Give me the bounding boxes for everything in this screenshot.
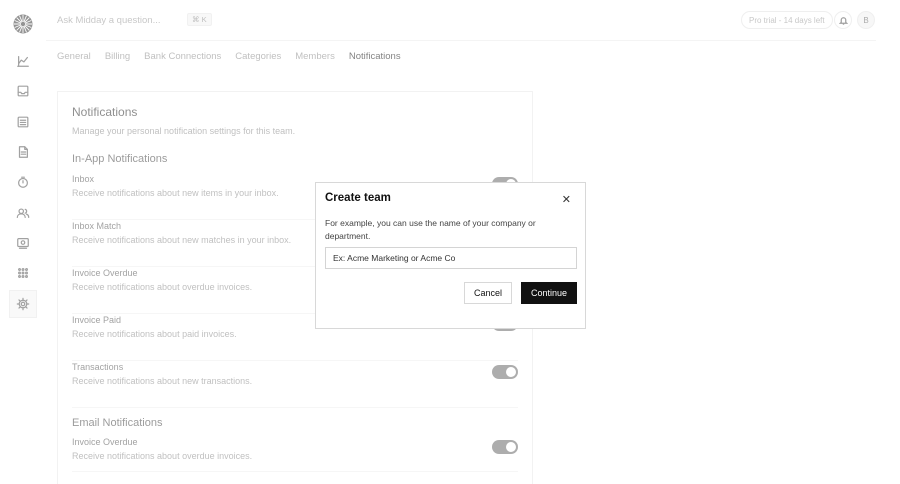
dialog-description: For example, you can use the name of you… [325,218,536,241]
create-team-dialog: Create team ✕ For example, you can use t… [315,182,586,329]
close-icon[interactable]: ✕ [562,195,571,206]
dialog-title: Create team [325,192,391,204]
team-name-input[interactable] [325,247,577,269]
app-root: Ask Midday a question... ⌘ K Pro trial -… [0,0,900,484]
cancel-button[interactable]: Cancel [464,282,512,304]
continue-button[interactable]: Continue [521,282,577,304]
